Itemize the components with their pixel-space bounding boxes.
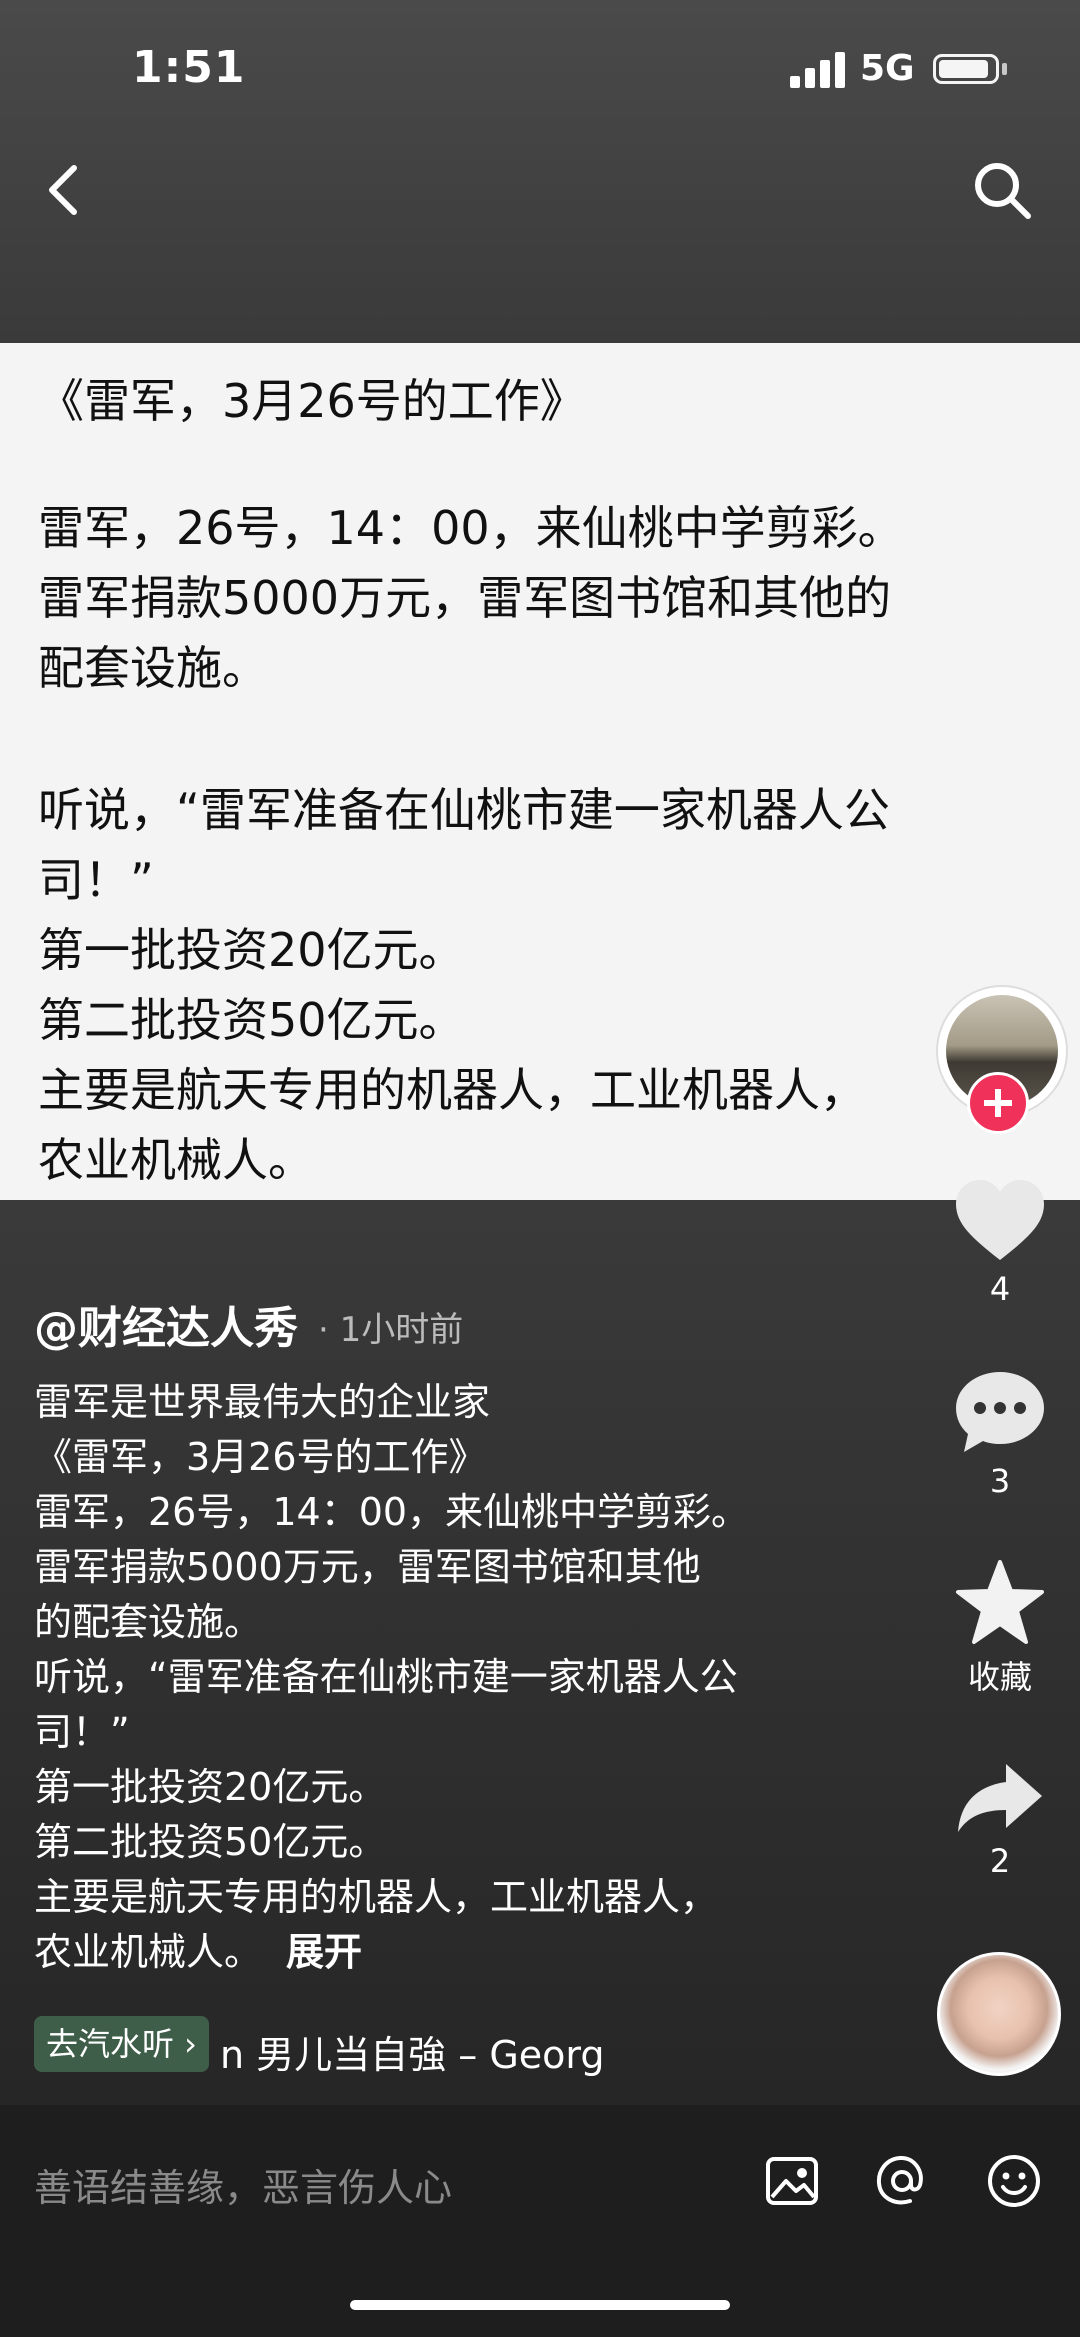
- caption-line: 雷军是世界最伟大的企业家: [34, 1380, 491, 1424]
- post-image[interactable]: 《雷军，3月26号的工作》 雷军，26号，14：00，来仙桃中学剪彩。 雷军捐款…: [0, 343, 1080, 1200]
- comment-input[interactable]: 善语结善缘，恶言伤人心: [34, 2157, 452, 2212]
- image-icon[interactable]: [762, 2151, 822, 2211]
- favorite-label: 收藏: [967, 1658, 1032, 1696]
- comment-count: 3: [989, 1462, 1011, 1500]
- post-image-title: 《雷军，3月26号的工作》: [38, 374, 586, 428]
- signal-icon: [790, 52, 846, 88]
- caption-line: 第二批投资50亿元。: [34, 1820, 387, 1864]
- open-in-app-button[interactable]: 去汽水听 ›: [34, 2016, 209, 2072]
- caption-line: 听说，“雷军准备在仙桃市建一家机器人公: [34, 1655, 738, 1699]
- author-name[interactable]: @财经达人秀: [34, 1292, 298, 1356]
- follow-button[interactable]: [967, 1072, 1029, 1134]
- star-icon: [956, 1560, 1044, 1644]
- share-count: 2: [989, 1842, 1011, 1880]
- caption-last-line: 农业机械人。 展开: [34, 1930, 363, 1974]
- post-time: · 1小时前: [318, 1310, 464, 1350]
- caption-line: 雷军，26号，14：00，来仙桃中学剪彩。: [34, 1490, 750, 1534]
- caption-line: 雷军捐款5000万元，雷军图书馆和其他: [34, 1545, 701, 1589]
- music-disc-avatar[interactable]: [937, 1952, 1061, 2076]
- status-time: 1:51: [132, 42, 246, 93]
- like-count: 4: [989, 1270, 1011, 1308]
- caption-line: 的配套设施。: [34, 1600, 263, 1644]
- battery-tip: [1002, 63, 1007, 75]
- share-arrow-icon: [958, 1764, 1042, 1832]
- battery-icon: [933, 54, 999, 84]
- caption-line: 主要是航天专用的机器人，工业机器人，: [34, 1875, 719, 1919]
- post-image-paragraph-2: 听说，“雷军准备在仙桃市建一家机器人公 司！” 第一批投资20亿元。 第二批投资…: [38, 783, 890, 1187]
- network-type: 5G: [860, 48, 915, 89]
- back-button[interactable]: [38, 160, 88, 220]
- home-indicator[interactable]: [350, 2300, 730, 2310]
- post-caption[interactable]: 雷军是世界最伟大的企业家 《雷军，3月26号的工作》 雷军，26号，14：00，…: [34, 1375, 864, 1980]
- music-track-text: n 男儿当自強 – Georg: [220, 2033, 605, 2077]
- like-button[interactable]: 4: [944, 1178, 1056, 1308]
- post-image-paragraph-1: 雷军，26号，14：00，来仙桃中学剪彩。 雷军捐款5000万元，雷军图书馆和其…: [38, 501, 904, 695]
- heart-icon: [956, 1180, 1044, 1260]
- favorite-button[interactable]: 收藏: [944, 1558, 1056, 1698]
- expand-button[interactable]: 展开: [286, 1930, 362, 1974]
- caption-line: 第一批投资20亿元。: [34, 1765, 387, 1809]
- chevron-left-icon: [49, 165, 77, 215]
- at-mention-icon[interactable]: [872, 2151, 932, 2211]
- caption-line: 《雷军，3月26号的工作》: [34, 1435, 487, 1479]
- comment-button[interactable]: 3: [944, 1368, 1056, 1500]
- caption-line: 司！”: [34, 1710, 130, 1754]
- comment-icon: [956, 1372, 1044, 1452]
- emoji-icon[interactable]: [984, 2151, 1044, 2211]
- search-icon: [975, 163, 1031, 219]
- share-button[interactable]: 2: [944, 1760, 1056, 1880]
- search-button[interactable]: [970, 158, 1034, 222]
